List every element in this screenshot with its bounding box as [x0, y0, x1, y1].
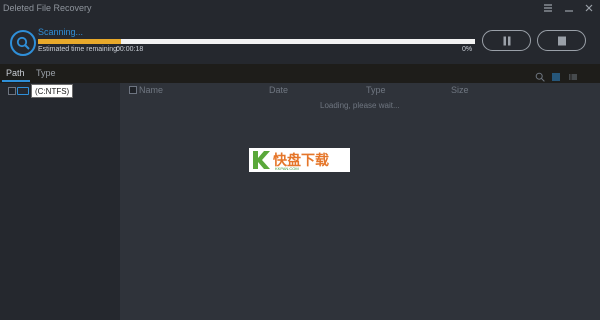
column-header-type[interactable]: Type: [366, 85, 386, 95]
scan-header: Scanning... Estimated time remaining: 00…: [0, 22, 600, 64]
scan-progress-fill: [38, 39, 122, 44]
detail-view-icon[interactable]: [568, 69, 578, 80]
pause-icon: [503, 36, 511, 46]
drive-icon: [17, 87, 29, 95]
list-view-icon[interactable]: [551, 69, 561, 81]
stop-button[interactable]: [537, 30, 586, 51]
minimize-icon[interactable]: [562, 3, 576, 17]
eta-label: Estimated time remaining:: [38, 46, 119, 53]
tab-type[interactable]: Type: [36, 68, 56, 78]
loading-message: Loading, please wait...: [320, 101, 400, 110]
drive-label[interactable]: (C:NTFS): [31, 84, 74, 98]
active-tab-indicator: [2, 80, 30, 82]
scan-progress-bar: [38, 39, 475, 44]
app-title: Deleted File Recovery: [3, 3, 92, 13]
drive-checkbox[interactable]: [8, 87, 16, 95]
scan-search-icon: [10, 30, 36, 56]
stop-icon: [558, 36, 566, 46]
progress-percent: 0%: [462, 46, 473, 53]
close-icon[interactable]: [582, 3, 596, 17]
select-all-checkbox[interactable]: [129, 86, 137, 94]
search-icon[interactable]: [535, 69, 545, 82]
tab-path[interactable]: Path: [6, 68, 25, 78]
column-header-size[interactable]: Size: [451, 85, 469, 95]
column-header-date[interactable]: Date: [269, 85, 288, 95]
folder-tree-panel: (C:NTFS): [0, 83, 120, 320]
file-list-panel: Name Date Type Size Loading, please wait…: [120, 83, 600, 320]
watermark-k-icon: [253, 151, 270, 169]
pause-button[interactable]: [482, 30, 531, 51]
menu-icon[interactable]: [541, 3, 555, 17]
view-tabbar: Path Type: [0, 64, 600, 83]
watermark-subtext: KKPAN.COM: [275, 166, 299, 171]
eta-value: 00:00:18: [116, 46, 144, 53]
scan-status: Scanning...: [38, 27, 84, 37]
title-bar: Deleted File Recovery: [0, 0, 600, 22]
watermark-logo: 快盘下载 KKPAN.COM: [249, 148, 350, 172]
column-header-name[interactable]: Name: [139, 85, 163, 95]
